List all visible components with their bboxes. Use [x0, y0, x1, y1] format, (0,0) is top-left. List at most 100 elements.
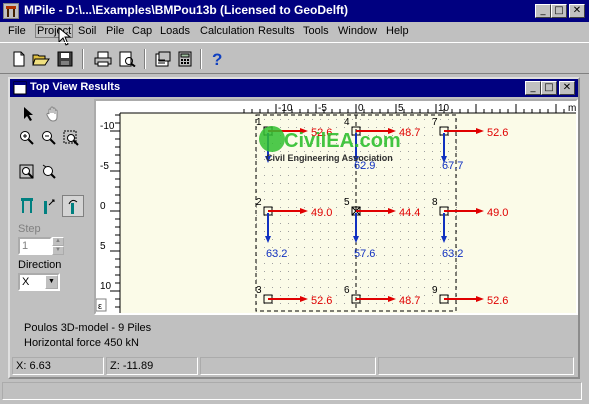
grid-dot [344, 183, 345, 184]
menu-file[interactable]: File [8, 25, 26, 37]
select-tool[interactable] [18, 103, 40, 125]
print-icon [94, 51, 112, 67]
grid-dot [264, 199, 265, 200]
new-button[interactable] [8, 48, 30, 70]
grid-dot [296, 287, 297, 288]
save-button[interactable] [54, 48, 76, 70]
grid-dot [432, 215, 433, 216]
grid-dot [408, 191, 409, 192]
top-view-plot[interactable]: -10 -5 0 5 10 m-10-50510ε152.6448.762.9752.66… [96, 101, 576, 313]
step-input[interactable]: 1 [18, 237, 52, 255]
app-icon[interactable] [3, 3, 19, 19]
child-title: Top View Results [30, 81, 121, 93]
minimize-button[interactable]: _ [535, 4, 551, 18]
step-down-arrow-icon[interactable]: ▼ [52, 246, 64, 255]
grid-dot [448, 151, 449, 152]
grid-dot [304, 263, 305, 264]
print-button[interactable] [92, 48, 114, 70]
grid-dot [376, 239, 377, 240]
grid-dot [424, 271, 425, 272]
zoom-previous-tool[interactable] [38, 161, 60, 183]
open-button[interactable] [30, 48, 52, 70]
close-button[interactable]: ✕ [569, 4, 585, 18]
grid-dot [392, 263, 393, 264]
grid-dot [320, 183, 321, 184]
print-preview-button[interactable] [116, 48, 138, 70]
step-up-arrow-icon[interactable]: ▲ [52, 237, 64, 246]
grid-dot [336, 207, 337, 208]
grid-dot [264, 151, 265, 152]
grid-dot [448, 263, 449, 264]
grid-dot [264, 159, 265, 160]
properties-button[interactable] [152, 48, 174, 70]
grid-dot [448, 119, 449, 120]
child-maximize-button[interactable]: □ [541, 81, 557, 95]
grid-dot [416, 247, 417, 248]
zoom-out-tool[interactable] [38, 127, 60, 149]
help-button[interactable]: ? [206, 48, 228, 70]
save-icon [57, 51, 73, 67]
child-close-button[interactable]: ✕ [559, 81, 575, 95]
grid-dot [424, 199, 425, 200]
force-arrowhead [388, 208, 396, 214]
grid-dot [384, 287, 385, 288]
step-label: Step [18, 223, 41, 235]
force-value: 49.0 [487, 207, 508, 219]
grid-dot [384, 119, 385, 120]
grid-dot [408, 119, 409, 120]
view-pile-tool[interactable] [16, 195, 38, 217]
menu-loads[interactable]: Loads [160, 25, 190, 37]
grid-dot [400, 231, 401, 232]
menu-window[interactable]: Window [338, 25, 377, 37]
document-icon[interactable] [13, 81, 27, 95]
grid-dot [352, 223, 353, 224]
menu-pile[interactable]: Pile [106, 25, 124, 37]
step-spinner[interactable]: ▲ ▼ [52, 237, 64, 255]
zoom-in-tool[interactable] [16, 127, 38, 149]
pan-tool[interactable] [42, 103, 64, 125]
menu-tools[interactable]: Tools [303, 25, 329, 37]
zoom-in-icon [20, 131, 34, 145]
grid-dot [352, 239, 353, 240]
menu-results[interactable]: Results [258, 25, 295, 37]
grid-dot [336, 239, 337, 240]
grid-dot [336, 167, 337, 168]
toolbar-separator [82, 49, 84, 69]
menu-calculation[interactable]: Calculation [200, 25, 254, 37]
direction-select[interactable]: X ▼ [18, 273, 60, 291]
menu-soil[interactable]: Soil [78, 25, 96, 37]
calculator-button[interactable] [174, 48, 196, 70]
top-view-canvas[interactable]: -10 -5 0 5 10 m -10 -5 0 5 10 ε 1 52.6 4 48.7 62.9 7 52.6 6… [94, 99, 578, 315]
grid-dot [432, 191, 433, 192]
zoom-extents-tool[interactable] [16, 161, 38, 183]
grid-dot [320, 279, 321, 280]
grid-dot [272, 239, 273, 240]
grid-dot [288, 239, 289, 240]
grid-dot [264, 279, 265, 280]
view-pile-moment-tool[interactable] [62, 195, 84, 217]
grid-dot [256, 215, 257, 216]
view-pile-force-tool[interactable] [38, 195, 60, 217]
grid-dot [296, 127, 297, 128]
grid-dot [264, 271, 265, 272]
grid-dot [280, 279, 281, 280]
grid-dot [288, 263, 289, 264]
menu-cap[interactable]: Cap [132, 25, 152, 37]
chevron-down-icon[interactable]: ▼ [45, 275, 58, 289]
grid-dot [448, 287, 449, 288]
grid-dot [376, 287, 377, 288]
menu-help[interactable]: Help [386, 25, 409, 37]
maximize-button[interactable]: □ [551, 4, 567, 18]
zoom-window-tool[interactable] [60, 127, 82, 149]
grid-dot [416, 223, 417, 224]
pile-number: 9 [432, 285, 438, 296]
grid-dot [272, 263, 273, 264]
grid-dot [256, 263, 257, 264]
child-minimize-button[interactable]: _ [525, 81, 541, 95]
grid-dot [392, 255, 393, 256]
help-icon: ? [212, 50, 222, 68]
grid-dot [328, 287, 329, 288]
toolbar-separator [200, 49, 202, 69]
grid-dot [376, 127, 377, 128]
grid-dot [352, 167, 353, 168]
